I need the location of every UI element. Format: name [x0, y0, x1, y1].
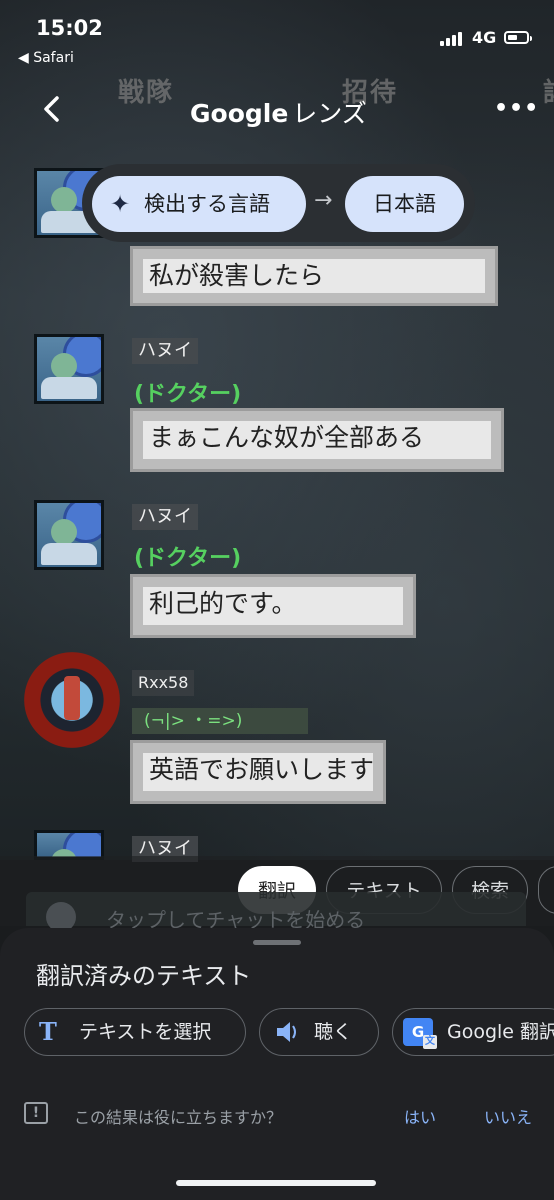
signal-icon — [440, 30, 466, 46]
game-chat-input: タップしてチャットを始める — [26, 892, 526, 932]
more-horizontal-icon[interactable]: ••• — [494, 96, 539, 121]
google-translate-button[interactable]: G文 Google 翻訳 — [392, 1008, 554, 1056]
chat-message: 私が殺害したら — [130, 246, 498, 306]
translation-sheet: 翻訳済みのテキスト T テキストを選択 聴く G文 Google 翻訳 ! この… — [0, 928, 554, 1200]
home-indicator[interactable] — [176, 1180, 376, 1186]
avatar — [34, 334, 104, 404]
select-text-label: テキストを選択 — [79, 1021, 212, 1043]
player-role: (ドクター) — [134, 382, 242, 407]
clock: 15:02 — [36, 16, 103, 40]
player-role: (ドクター) — [134, 546, 242, 571]
message-text: 私が殺害したら — [143, 259, 485, 293]
target-language-button[interactable]: 日本語 — [345, 176, 464, 232]
speaker-icon — [274, 1009, 300, 1055]
sheet-drag-handle[interactable] — [253, 940, 301, 945]
feedback-question: この結果は役に立ちますか？ — [74, 1108, 283, 1127]
sparkle-icon: ✦ — [110, 190, 131, 218]
google-translate-label: Google 翻訳 — [447, 1021, 554, 1043]
feedback-yes-button[interactable]: はい — [404, 1104, 436, 1128]
title-suffix: レンズ — [292, 99, 367, 128]
tab-more[interactable] — [538, 866, 554, 914]
source-language-button[interactable]: ✦ 検出する言語 — [92, 176, 306, 232]
source-language-label: 検出する言語 — [144, 192, 270, 216]
select-text-button[interactable]: T テキストを選択 — [24, 1008, 246, 1056]
chat-message: 利己的です。 — [130, 574, 416, 638]
player-name: ハヌイ — [132, 504, 198, 530]
page-title: Google レンズ — [190, 94, 367, 130]
back-to-app-link[interactable]: ◀ Safari — [18, 50, 74, 66]
player-name: Rxx58 — [132, 670, 195, 696]
message-text: 利己的です。 — [143, 587, 403, 625]
google-translate-icon: G文 — [403, 1018, 437, 1049]
listen-button[interactable]: 聴く — [259, 1008, 379, 1056]
network-type: 4G — [472, 28, 497, 47]
title-brand: Google — [190, 99, 289, 128]
player-role: (¬|> ・=>) — [132, 708, 308, 734]
listen-label: 聴く — [314, 1021, 353, 1043]
chat-message: 英語でお願いします — [130, 740, 386, 804]
status-bar: 15:02 ◀ Safari 4G — [0, 0, 554, 70]
text-select-icon: T — [39, 1017, 57, 1046]
avatar — [34, 500, 104, 570]
chevron-left-icon[interactable] — [36, 92, 70, 126]
feedback-icon: ! — [24, 1102, 48, 1124]
language-selector: ✦ 検出する言語 → 日本語 — [82, 164, 475, 242]
message-text: まぁこんな奴が全部ある — [143, 421, 491, 459]
arrow-right-icon: → — [314, 188, 333, 213]
scene-tab-clipped: 詳 — [543, 72, 554, 109]
scene-tab-squad: 戦隊 — [118, 78, 175, 108]
player-name: ハヌイ — [132, 338, 198, 364]
message-text: 英語でお願いします — [143, 753, 373, 791]
battery-icon — [504, 31, 532, 44]
chat-message: まぁこんな奴が全部ある — [130, 408, 504, 472]
feedback-no-button[interactable]: いいえ — [484, 1104, 532, 1128]
avatar — [24, 652, 120, 748]
sheet-title: 翻訳済みのテキスト — [36, 962, 252, 990]
